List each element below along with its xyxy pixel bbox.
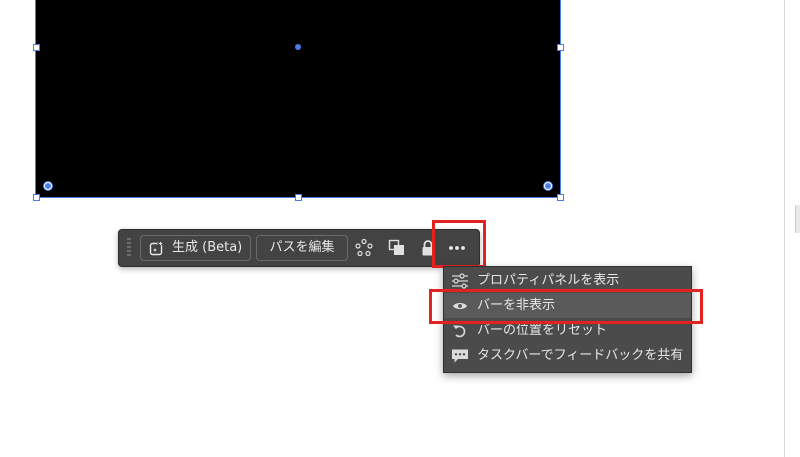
panel-edge-tab[interactable] [795, 205, 800, 233]
resize-handle-bottom-right[interactable] [557, 194, 564, 201]
generate-beta-button[interactable]: 生成 (Beta) [140, 235, 251, 261]
right-panel-edge [784, 0, 800, 457]
eye-icon [451, 297, 469, 315]
resize-handle-bottom-left[interactable] [33, 194, 40, 201]
edit-path-label: パスを編集 [269, 240, 335, 255]
resize-handle-middle-right[interactable] [557, 44, 564, 51]
more-options-icon[interactable] [447, 238, 467, 258]
properties-panel-icon [451, 272, 469, 290]
arrange-icon[interactable] [387, 238, 407, 258]
menu-item-reset-bar-position[interactable]: バーの位置をリセット [444, 318, 691, 343]
menu-item-label: プロパティパネルを表示 [477, 273, 620, 288]
generate-beta-label: 生成 (Beta) [172, 240, 243, 255]
menu-item-hide-bar[interactable]: バーを非表示 [444, 293, 691, 318]
contextual-task-bar: 生成 (Beta) パスを編集 [118, 229, 480, 267]
taskbar-options-menu: プロパティパネルを表示 バーを非表示 バーの位置をリセット タスクバーでフィード… [443, 266, 692, 373]
corner-radius-widget-right[interactable] [544, 182, 552, 190]
generate-sparkle-icon [149, 239, 165, 256]
feedback-icon [451, 347, 469, 365]
resize-handle-middle-left[interactable] [33, 44, 40, 51]
lock-icon[interactable] [418, 238, 438, 258]
corner-radius-widget-left[interactable] [44, 182, 52, 190]
menu-item-label: バーを非表示 [477, 298, 556, 313]
menu-item-show-properties-panel[interactable]: プロパティパネルを表示 [444, 268, 691, 293]
menu-item-share-feedback[interactable]: タスクバーでフィードバックを共有 [444, 343, 691, 368]
menu-item-label: タスクバーでフィードバックを共有 [477, 348, 684, 363]
menu-item-label: バーの位置をリセット [477, 323, 608, 338]
anchor-points-icon[interactable] [354, 238, 374, 258]
edit-path-button[interactable]: パスを編集 [256, 235, 348, 261]
center-point [295, 44, 301, 50]
resize-handle-bottom-center[interactable] [295, 194, 302, 201]
taskbar-drag-handle[interactable] [127, 238, 131, 258]
reset-position-icon [451, 322, 469, 340]
selected-rectangle-shape[interactable] [35, 0, 561, 198]
